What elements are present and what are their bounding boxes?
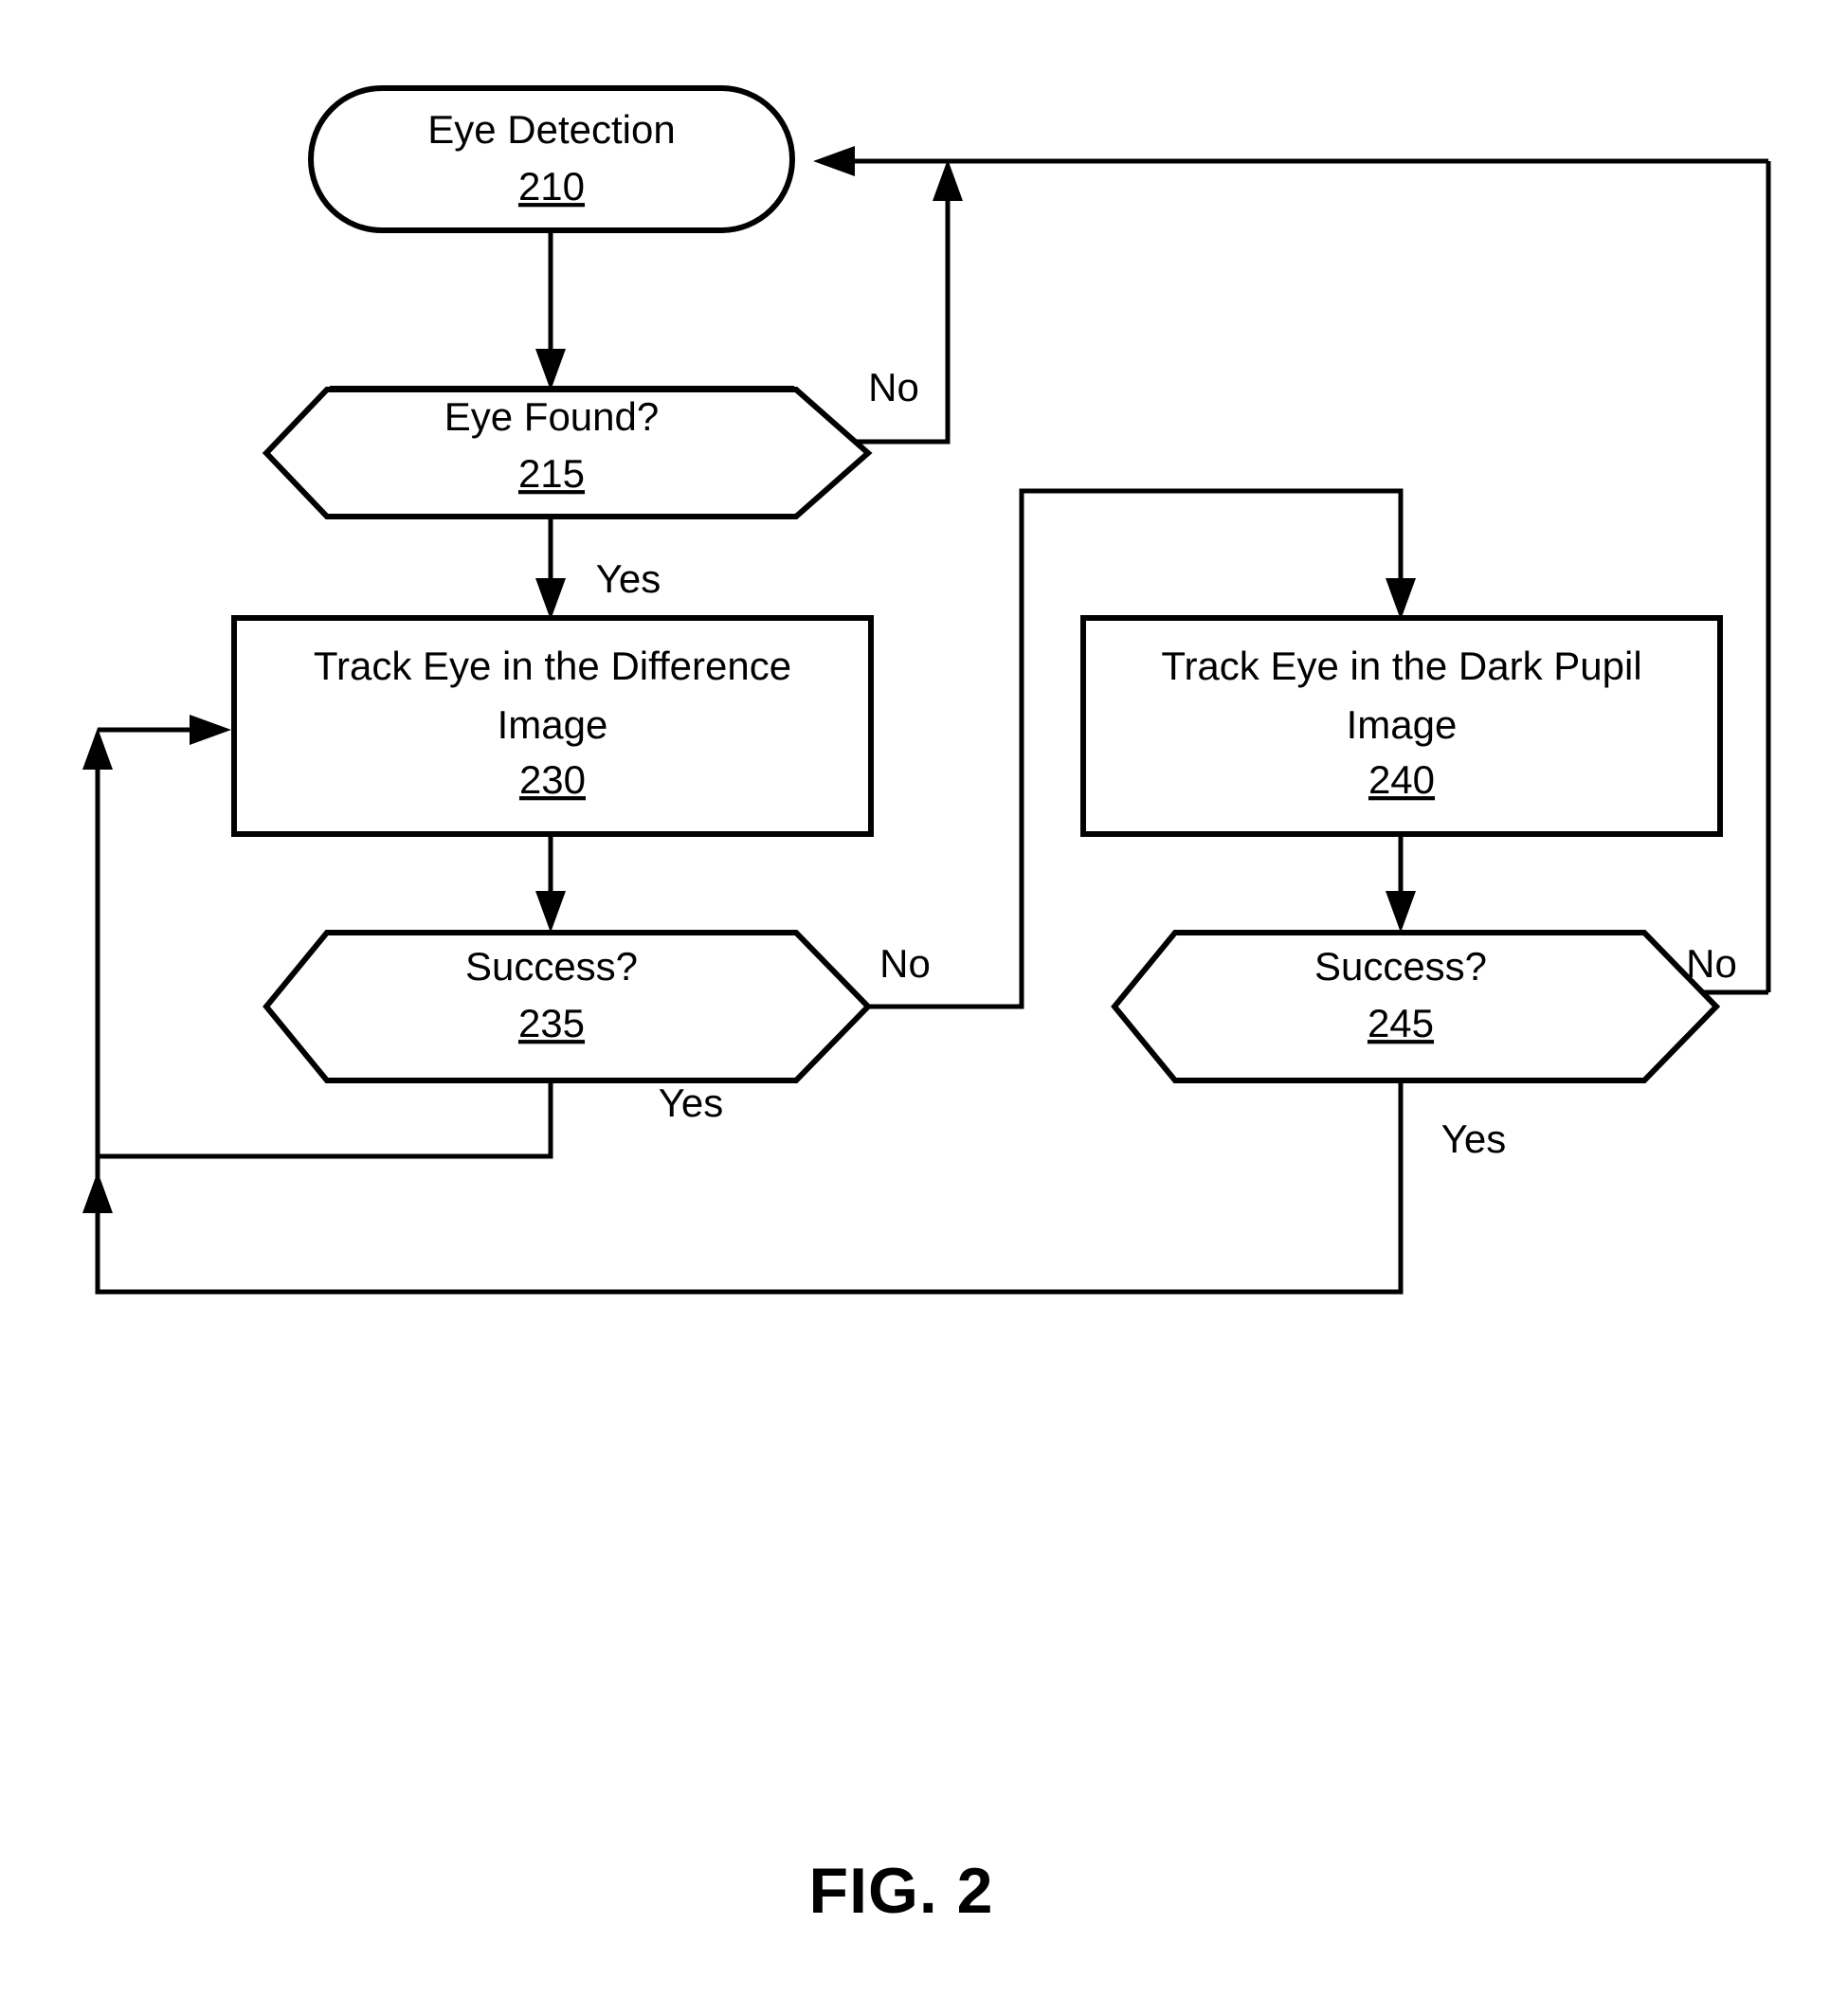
edge-track230-to-success235: [535, 834, 566, 933]
node-eye-detection[interactable]: Eye Detection 210: [308, 85, 795, 233]
node-track-difference-line1: Track Eye in the Difference: [314, 644, 791, 688]
node-track-dark-pupil-line1: Track Eye in the Dark Pupil: [1161, 644, 1641, 688]
edge-label-success245-yes: Yes: [1441, 1116, 1507, 1161]
node-track-dark-pupil-ref: 240: [1368, 757, 1435, 802]
arrow-into-detection: [813, 146, 948, 176]
node-track-difference[interactable]: Track Eye in the Difference Image 230: [231, 615, 874, 837]
node-track-dark-pupil[interactable]: Track Eye in the Dark Pupil Image 240: [1080, 615, 1723, 837]
flowchart-svg: Eye Detection 210 Eye Found? 215 Track E…: [82, 85, 1771, 1927]
edge-track240-to-success245: [1386, 834, 1416, 933]
node-track-difference-ref: 230: [519, 757, 586, 802]
node-eye-detection-label: Eye Detection: [427, 107, 675, 152]
edge-label-eye-found-yes: Yes: [596, 556, 661, 601]
edge-label-success235-yes: Yes: [659, 1080, 724, 1125]
edge-label-success235-no: No: [879, 941, 931, 986]
node-track-difference-line2: Image: [498, 702, 608, 747]
node-eye-found-label: Eye Found?: [444, 394, 660, 439]
node-success-dark-pupil-ref: 245: [1368, 1001, 1434, 1045]
node-eye-detection-ref: 210: [518, 164, 585, 209]
edge-found-yes-to-track230: [535, 515, 566, 620]
edge-label-eye-found-no: No: [868, 365, 919, 409]
edge-label-success245-no: No: [1686, 941, 1737, 986]
node-success-difference-label: Success?: [465, 944, 638, 989]
edge-found-no-to-detection: [796, 158, 1768, 445]
figure-caption: FIG. 2: [809, 1855, 994, 1927]
node-success-dark-pupil-label: Success?: [1314, 944, 1487, 989]
node-success-dark-pupil[interactable]: Success? 245: [1111, 930, 1721, 1083]
edge-success245-yes-to-track230: [82, 1080, 1404, 1295]
node-success-difference[interactable]: Success? 235: [263, 930, 873, 1083]
node-eye-found[interactable]: Eye Found? 215: [262, 386, 873, 519]
figure-container: Eye Detection 210 Eye Found? 215 Track E…: [0, 0, 1848, 2015]
edge-detection-to-found: [535, 230, 566, 390]
node-success-difference-ref: 235: [518, 1001, 585, 1045]
node-eye-found-ref: 215: [518, 451, 585, 496]
node-track-dark-pupil-line2: Image: [1347, 702, 1458, 747]
